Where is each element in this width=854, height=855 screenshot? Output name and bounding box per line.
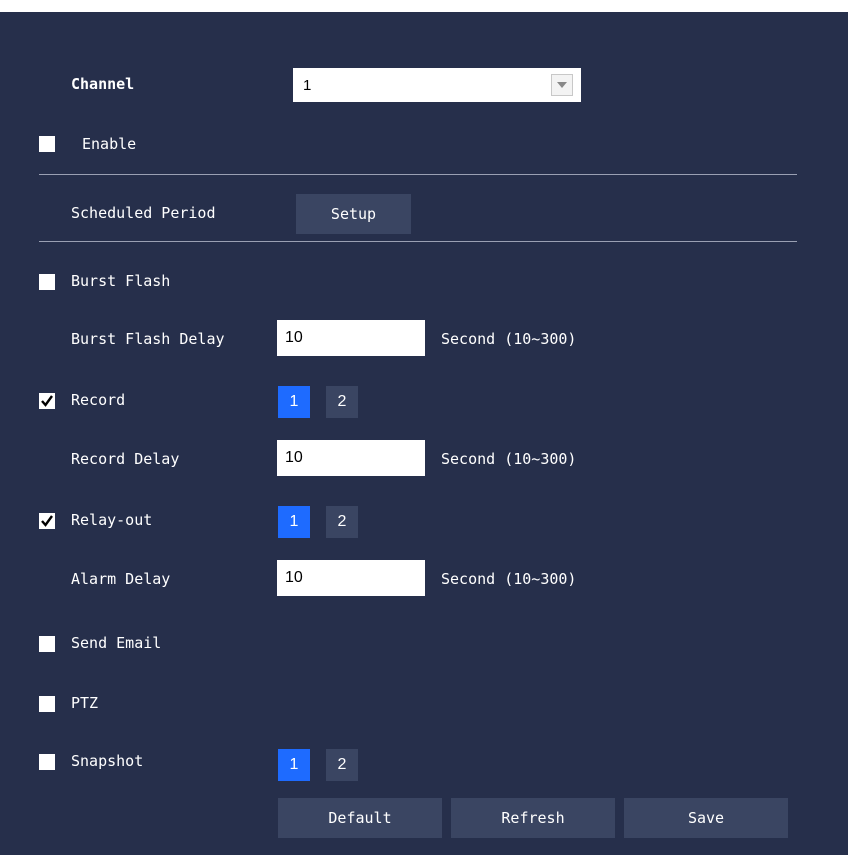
snapshot-channel-1[interactable]: 1 <box>278 749 310 781</box>
alarm-settings-panel: Channel 1 Enable Scheduled Period Setup … <box>0 12 848 855</box>
snapshot-channel-2[interactable]: 2 <box>326 749 358 781</box>
alarm-delay-unit: Second (10~300) <box>441 570 577 588</box>
divider-bottom <box>39 241 797 242</box>
send-email-label: Send Email <box>71 634 162 652</box>
enable-label: Enable <box>82 135 137 153</box>
check-icon <box>41 395 53 407</box>
snapshot-label: Snapshot <box>71 752 144 770</box>
burst-flash-delay-input[interactable]: 10 <box>277 320 425 356</box>
burst-flash-label: Burst Flash <box>71 272 171 290</box>
send-email-checkbox[interactable] <box>39 636 55 652</box>
chevron-down-icon[interactable] <box>551 74 573 96</box>
relay-out-channel-2[interactable]: 2 <box>326 506 358 538</box>
alarm-delay-label: Alarm Delay <box>71 570 171 588</box>
scheduled-period-label: Scheduled Period <box>71 204 216 222</box>
record-delay-input[interactable]: 10 <box>277 440 425 476</box>
snapshot-checkbox[interactable] <box>39 754 55 770</box>
record-delay-unit: Second (10~300) <box>441 450 577 468</box>
relay-out-label: Relay-out <box>71 511 153 529</box>
channel-label: Channel <box>71 75 135 93</box>
burst-flash-delay-label: Burst Flash Delay <box>71 330 225 348</box>
enable-checkbox[interactable] <box>39 136 55 152</box>
burst-flash-delay-unit: Second (10~300) <box>441 330 577 348</box>
ptz-label: PTZ <box>71 694 99 712</box>
refresh-button[interactable]: Refresh <box>451 798 615 838</box>
alarm-delay-input[interactable]: 10 <box>277 560 425 596</box>
relay-out-channel-1[interactable]: 1 <box>278 506 310 538</box>
divider-top <box>39 174 797 175</box>
channel-select[interactable]: 1 <box>293 68 581 102</box>
record-checkbox[interactable] <box>39 393 55 409</box>
check-icon <box>41 515 53 527</box>
burst-flash-checkbox[interactable] <box>39 274 55 290</box>
channel-select-value: 1 <box>303 76 312 94</box>
save-button[interactable]: Save <box>624 798 788 838</box>
record-channel-1[interactable]: 1 <box>278 386 310 418</box>
default-button[interactable]: Default <box>278 798 442 838</box>
relay-out-checkbox[interactable] <box>39 513 55 529</box>
setup-button[interactable]: Setup <box>296 194 411 234</box>
record-channel-2[interactable]: 2 <box>326 386 358 418</box>
record-label: Record <box>71 391 126 409</box>
record-delay-label: Record Delay <box>71 450 180 468</box>
ptz-checkbox[interactable] <box>39 696 55 712</box>
